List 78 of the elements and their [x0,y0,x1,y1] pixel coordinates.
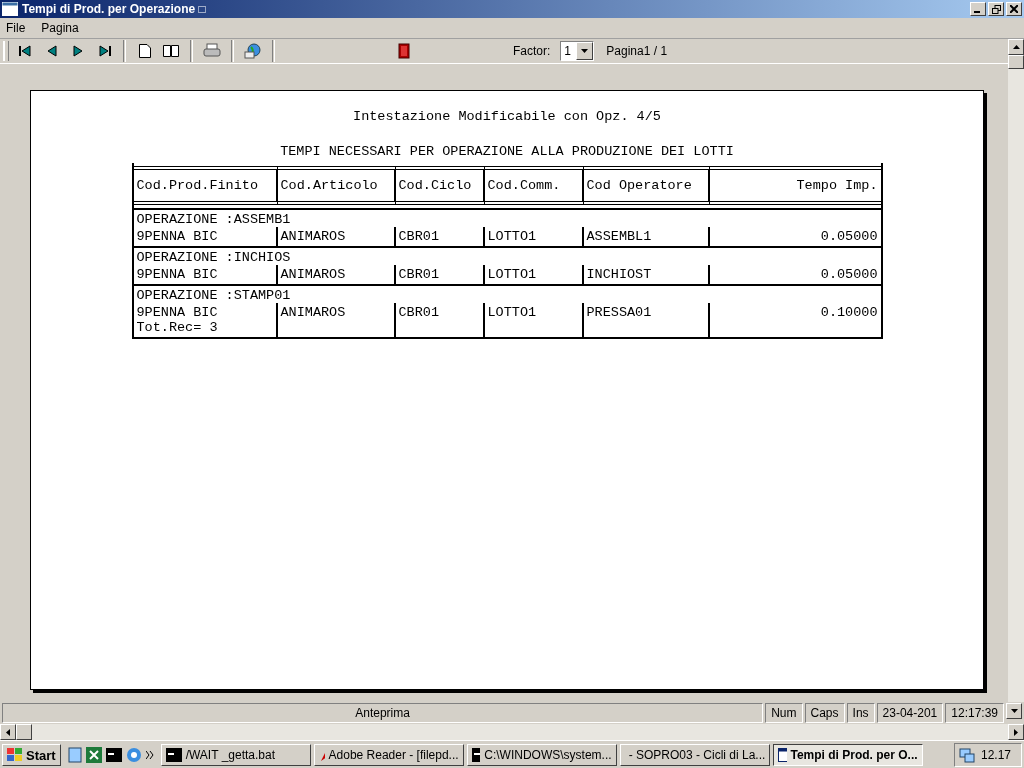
taskbar-button[interactable]: Tempi di Prod. per O... [772,744,923,766]
taskbar-button[interactable]: Adobe Reader - [filepd... [313,744,464,766]
down-arrow-icon [1010,709,1018,713]
window-icon [2,2,18,16]
clock: 12.17 [980,748,1011,762]
status-indicator: 23-04-201 [876,703,944,723]
factor-dropdown[interactable]: 1 [560,41,595,61]
column-header: Cod Operatore [583,166,710,205]
console-icon [471,748,481,762]
scroll-up-button[interactable] [1008,39,1024,55]
table-cell-text: 9PENNA BIC [136,267,219,282]
table-cell: PRESSA01 [583,303,710,337]
chevron-icon[interactable] [145,751,154,759]
column-header: Cod.Ciclo [395,166,485,205]
scroll-down-button[interactable] [1006,703,1022,719]
table-cell: LOTTO1 [484,303,584,337]
table-cell: ASSEMBL1 [583,227,710,246]
scroll-left-button[interactable] [0,724,16,740]
globe-icon[interactable] [242,40,264,62]
taskbar-button[interactable]: - SOPRO03 - Cicli di La... [619,744,770,766]
taskbar-button[interactable]: C:\WINDOWS\system... [466,744,617,766]
status-indicator: Num [765,703,803,723]
windows-logo-icon [7,748,23,762]
page-indicator: Pagina1 / 1 [606,44,668,58]
record-total: Tot.Rec= 3 [136,320,219,335]
column-header: Cod.Comm. [484,166,584,205]
table-cell: ANIMAROS [277,227,396,246]
restore-button[interactable] [988,2,1004,16]
scroll-thumb[interactable] [16,724,32,740]
restore-icon [991,4,1001,14]
status-indicator: Ins [846,703,875,723]
column-header: Cod.Prod.Finito [133,166,278,205]
window-icon [777,748,787,762]
right-arrow-icon [1014,728,1018,736]
column-header: Tempo Imp. [709,166,881,205]
network-icon[interactable] [958,747,975,763]
close-button[interactable] [1006,2,1022,16]
table-cell: INCHIOST [583,265,710,284]
close-icon [1010,5,1018,13]
column-header: Cod.Articolo [277,166,396,205]
table-cell: CBR01 [395,227,485,246]
caret-icon [581,49,589,53]
status-indicator: 12:17:39 [945,703,1004,723]
console-icon [165,748,182,762]
menu-item[interactable]: File [6,21,26,35]
taskbar-button[interactable]: /WAIT _getta.bat [160,744,311,766]
horizontal-scrollbar[interactable] [0,724,1024,740]
table-cell: CBR01 [395,265,485,284]
report-title: TEMPI NECESSARI PER OPERAZIONE ALLA PRODUZIONE DEI LOTTI [280,144,734,159]
factor-label: Factor: [513,44,551,58]
table-cell-text: 0.10000 [819,304,879,322]
window-title: Tempi di Prod. per Operazione □ [22,2,207,16]
vertical-scrollbar[interactable] [1008,39,1024,702]
up-arrow-icon [1012,45,1020,49]
operation-label: OPERAZIONE :ASSEMB1 [135,211,292,227]
table-cell-text: 9PENNA BIC [136,305,219,320]
toolbar-grip[interactable] [3,41,9,61]
status-message: Anteprima [2,703,764,723]
left-arrow-icon [6,728,10,736]
table-cell-text: 0.05000 [819,228,879,246]
table-cell: CBR01 [395,303,485,337]
report-header: Intestazione Modificabile con Opz. 4/5 [353,109,661,124]
start-button[interactable]: Start [2,744,61,766]
menu-item[interactable]: Pagina [41,21,79,35]
operation-label: OPERAZIONE :INCHIOS [135,249,292,265]
table-cell: LOTTO1 [484,227,584,246]
table-cell: LOTTO1 [484,265,584,284]
console-icon[interactable] [105,748,122,762]
table-cell-text: 9PENNA BIC [136,229,219,244]
operation-label: OPERAZIONE :STAMP01 [135,287,292,303]
scroll-right-button[interactable] [1008,724,1024,740]
minimize-button[interactable] [970,2,986,16]
spreadsheet-icon[interactable] [85,747,102,763]
table-cell-text: 0.05000 [819,266,879,284]
table-cell: ANIMAROS [277,265,396,284]
status-indicator: Caps [804,703,845,723]
scroll-thumb[interactable] [1008,55,1024,69]
table-cell: ANIMAROS [277,303,396,337]
